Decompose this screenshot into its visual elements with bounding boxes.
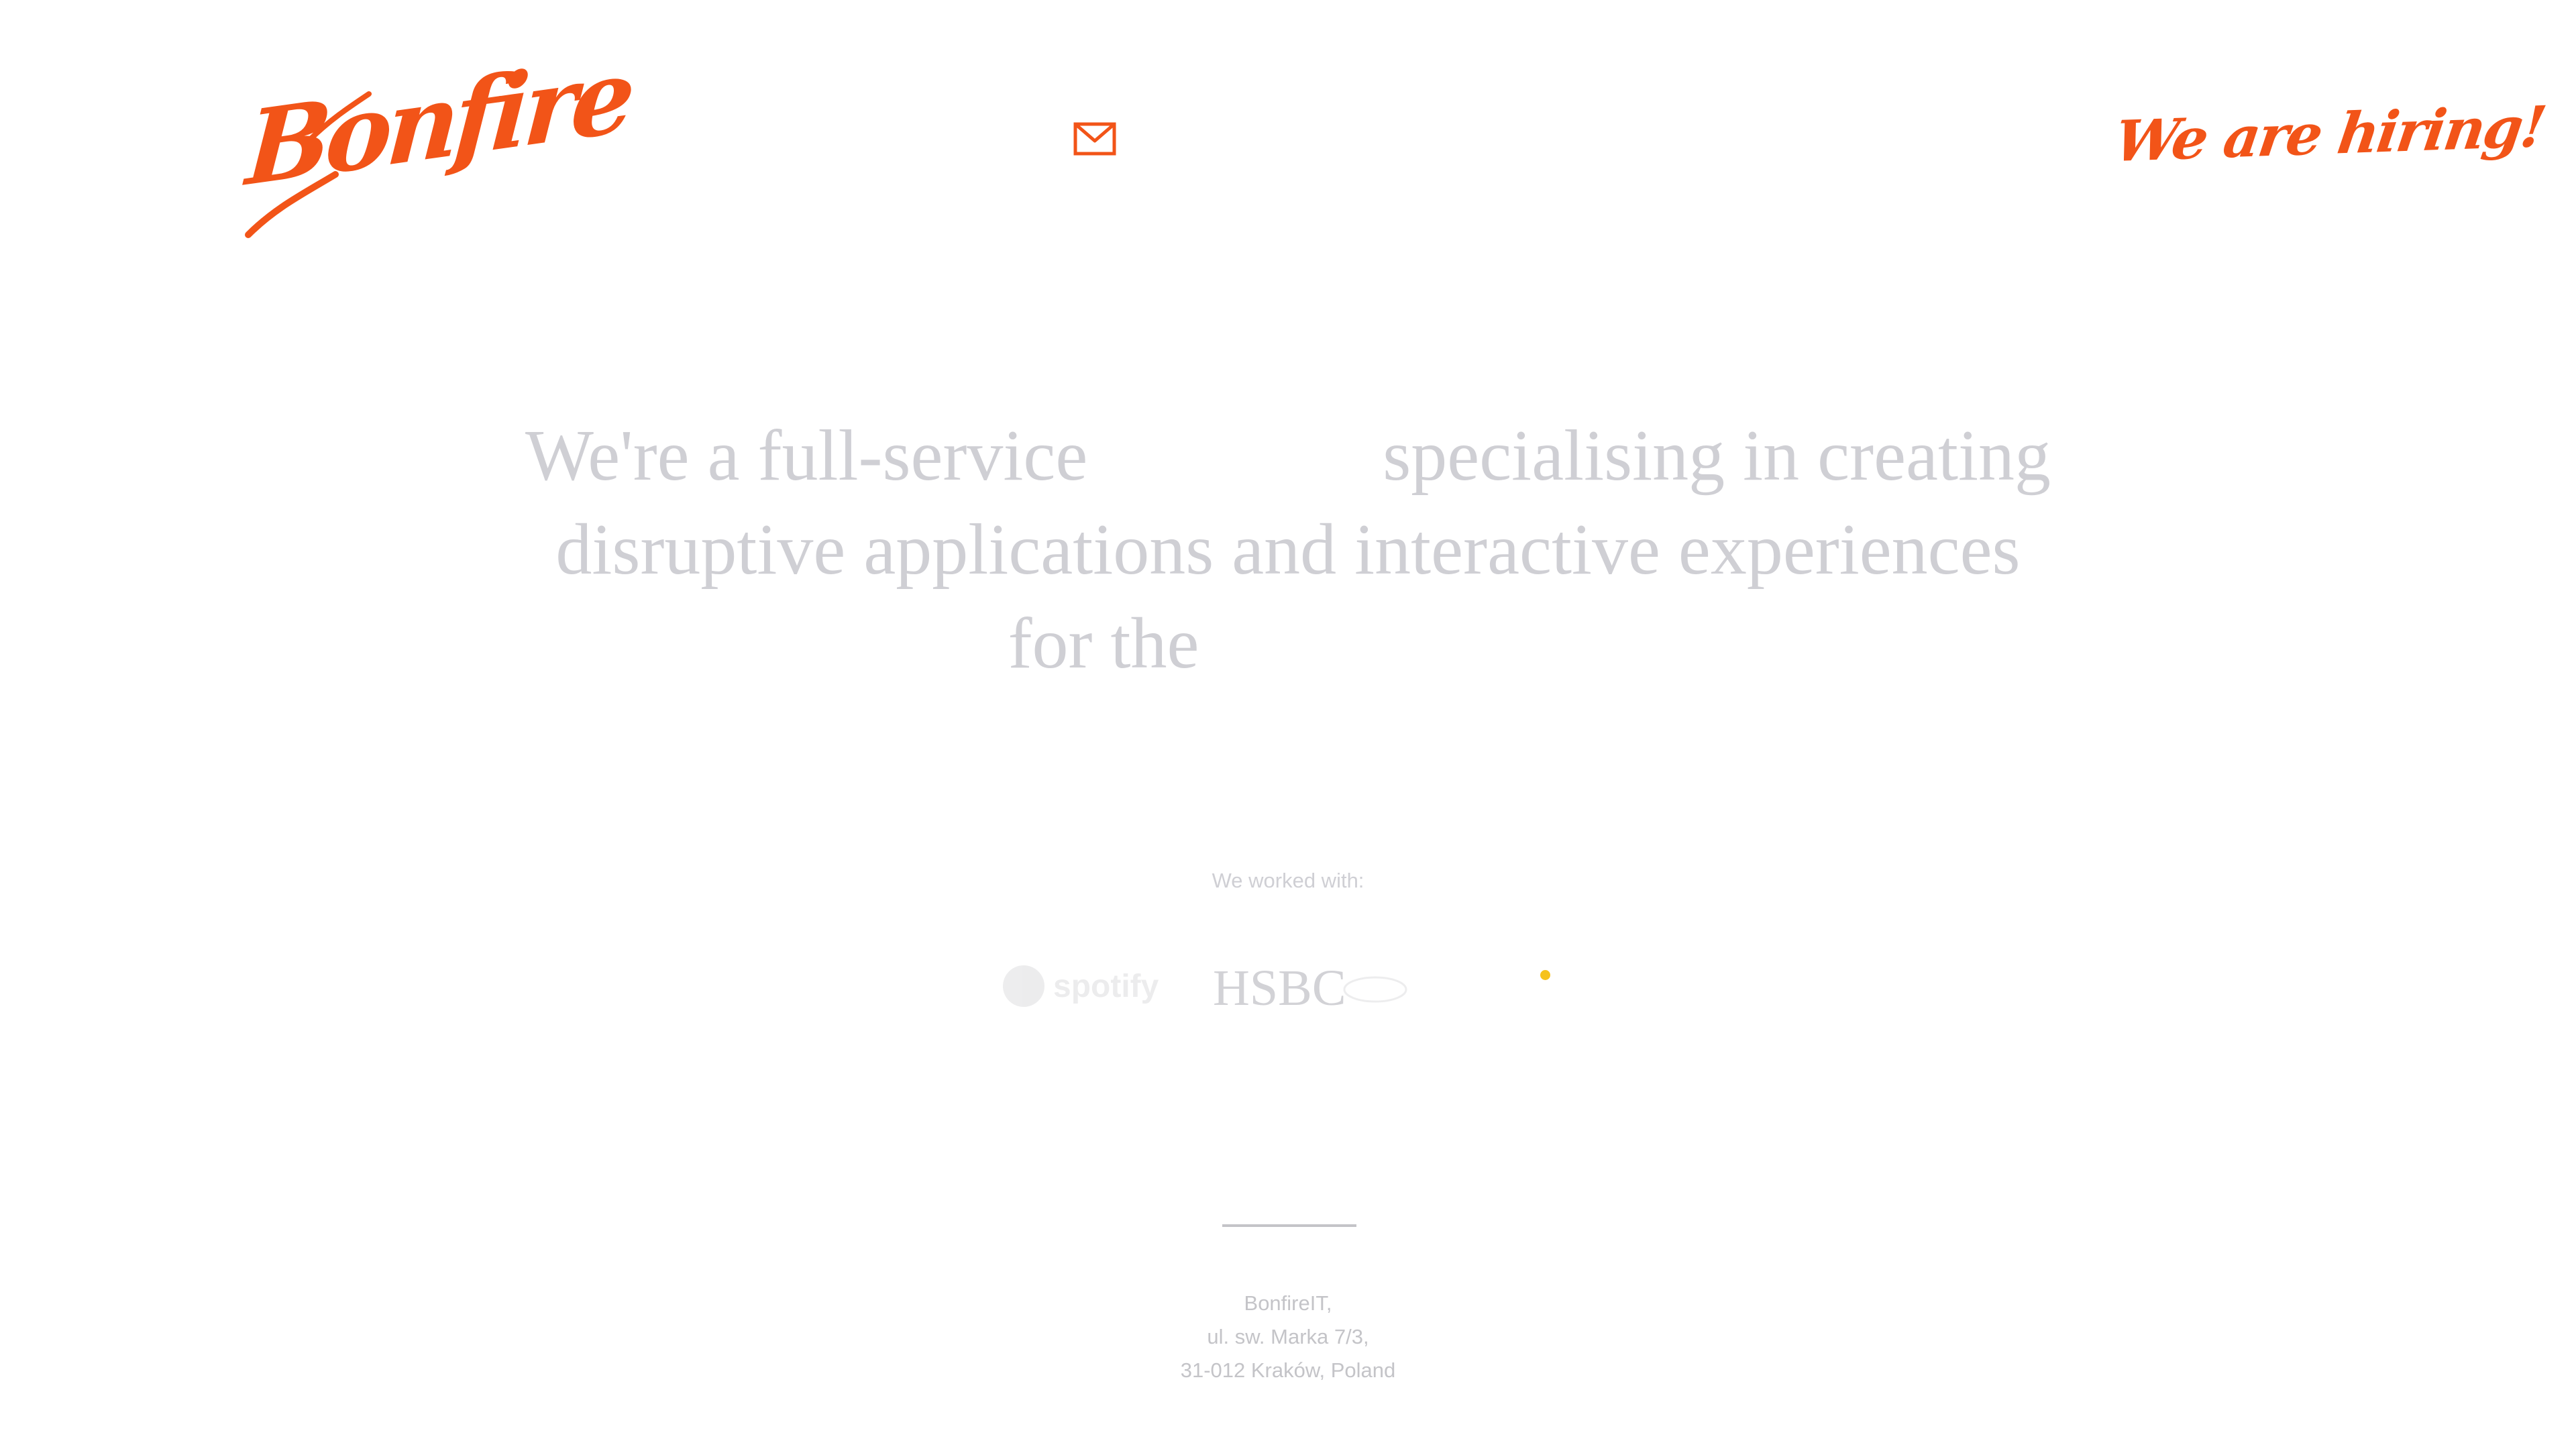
mail-icon[interactable] bbox=[1073, 122, 1116, 156]
bonfire-logo[interactable]: Bonfire bbox=[235, 35, 634, 241]
hero-line-1: We're a full-service specialising in crea… bbox=[0, 409, 2576, 503]
we-are-hiring-link[interactable]: We are hiring! bbox=[2110, 93, 2548, 174]
hero-line-1-end: specialising in creating bbox=[1383, 416, 2051, 496]
hero-line-3: for the bbox=[0, 597, 2576, 691]
hero-statement: We're a full-service specialising in crea… bbox=[0, 409, 2576, 691]
footer-divider bbox=[1222, 1224, 1356, 1227]
address-line-company: BonfireIT, bbox=[1244, 1291, 1332, 1315]
client-logo-hsbc: HSBC bbox=[1213, 960, 1346, 1016]
hero-line-1-start: We're a full-service bbox=[525, 416, 1088, 496]
hero-line-2: disruptive applications and interactive … bbox=[555, 510, 2021, 590]
loading-indicator-dot bbox=[1540, 970, 1550, 980]
address-line-city: 31-012 Kraków, Poland bbox=[1180, 1358, 1396, 1382]
hero-line-3-start: for the bbox=[1008, 604, 1199, 684]
address-line-street: ul. sw. Marka 7/3, bbox=[1207, 1325, 1369, 1348]
clients-heading: We worked with: bbox=[1212, 869, 1364, 892]
spotify-wordmark: spotify bbox=[1053, 969, 1159, 1004]
client-logo-spotify: spotify bbox=[1003, 964, 1164, 1011]
client-logo-faded-icon bbox=[1343, 976, 1407, 1003]
spotify-icon bbox=[1003, 965, 1044, 1007]
company-address: BonfireIT, ul. sw. Marka 7/3, 31-012 Kra… bbox=[0, 1287, 2576, 1387]
